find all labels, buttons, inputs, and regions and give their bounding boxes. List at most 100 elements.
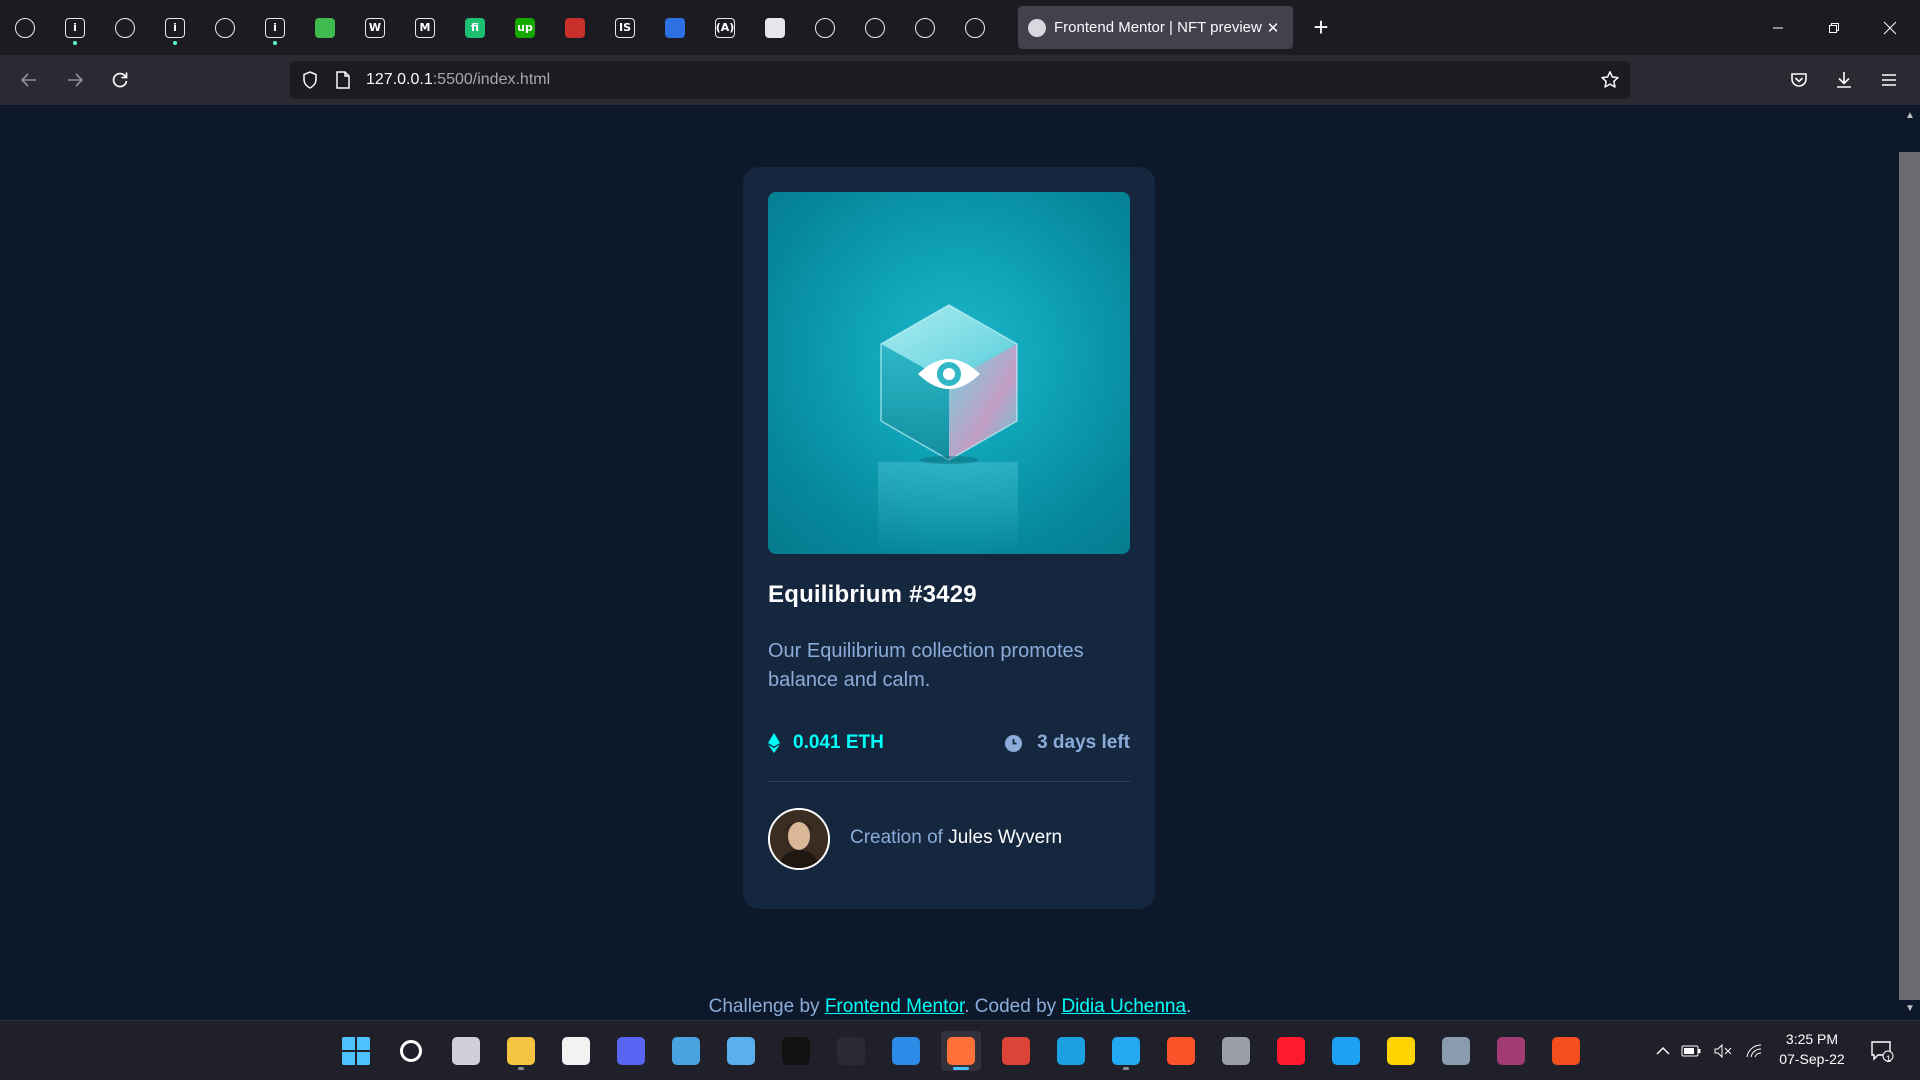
github-icon [15, 17, 35, 38]
attribution: Challenge by Frontend Mentor. Coded by D… [0, 996, 1900, 1018]
page-icon[interactable] [334, 70, 352, 90]
search-icon [400, 1040, 422, 1062]
powershell-taskbar-button[interactable] [831, 1031, 871, 1071]
notifications-button[interactable]: 1 [1864, 1021, 1900, 1080]
pinned-tab-7[interactable]: W [350, 0, 400, 55]
pinned-tab-15[interactable] [750, 0, 800, 55]
creator-name-link[interactable]: Jules Wyvern [948, 827, 1062, 848]
attribution-prefix: Challenge by [708, 996, 820, 1017]
calculator-taskbar-button[interactable] [1216, 1031, 1256, 1071]
pinned-tab-16[interactable] [800, 0, 850, 55]
pinned-tab-6[interactable] [300, 0, 350, 55]
pocket-button[interactable] [1782, 63, 1816, 97]
restore-button[interactable] [1806, 0, 1862, 55]
document-taskbar-button[interactable] [886, 1031, 926, 1071]
pinned-tab-19[interactable] [950, 0, 1000, 55]
pinned-tab-3[interactable]: i [150, 0, 200, 55]
scroll-up-icon[interactable]: ▲ [1904, 110, 1916, 122]
tab-attention-dot [173, 41, 177, 45]
downloads-button[interactable] [1827, 63, 1861, 97]
shield-icon[interactable] [300, 70, 320, 90]
is-icon: IS [615, 17, 635, 38]
new-tab-button[interactable]: + [1306, 12, 1336, 42]
star-icon[interactable] [1600, 70, 1620, 90]
minimize-button[interactable] [1750, 0, 1806, 55]
figma-icon [1552, 1037, 1580, 1065]
tab-active[interactable]: Frontend Mentor | NFT preview ✕ [1018, 6, 1293, 49]
globe-icon [215, 17, 235, 38]
pinned-tab-18[interactable] [900, 0, 950, 55]
design-icon [565, 17, 585, 38]
url-text[interactable]: 127.0.0.1:5500/index.html [366, 71, 550, 89]
back-button[interactable] [12, 63, 46, 97]
edge-taskbar-button[interactable] [1051, 1031, 1091, 1071]
close-window-button[interactable] [1862, 0, 1918, 55]
nft-time-remaining: 3 days left [1005, 732, 1130, 754]
discord-taskbar-button[interactable] [611, 1031, 651, 1071]
scrollbar-thumb[interactable] [1899, 152, 1920, 1000]
pinned-tab-11[interactable] [550, 0, 600, 55]
pinned-tab-8[interactable]: M [400, 0, 450, 55]
figma-taskbar-button[interactable] [1546, 1031, 1586, 1071]
winrar-taskbar-button[interactable] [1491, 1031, 1531, 1071]
tab-title: Frontend Mentor | NFT preview [1054, 19, 1262, 36]
author-link[interactable]: Didia Uchenna [1061, 996, 1186, 1017]
pinned-tab-17[interactable] [850, 0, 900, 55]
brave-taskbar-button[interactable] [1161, 1031, 1201, 1071]
settings-taskbar-button[interactable] [1436, 1031, 1476, 1071]
chrome-taskbar-button[interactable] [996, 1031, 1036, 1071]
task-view-taskbar-button[interactable] [446, 1031, 486, 1071]
globe-icon [865, 17, 885, 38]
info-icon: i [65, 17, 85, 38]
twitter-taskbar-button[interactable] [1326, 1031, 1366, 1071]
microsoft-store-taskbar-button[interactable] [556, 1031, 596, 1071]
pinned-tab-2[interactable] [100, 0, 150, 55]
creator-line: Creation of Jules Wyvern [850, 827, 1062, 849]
file-explorer-icon [507, 1037, 535, 1065]
pinned-tab-10[interactable]: up [500, 0, 550, 55]
pinned-tab-13[interactable] [650, 0, 700, 55]
equilibrium-cube-image [878, 304, 1018, 554]
vscode-taskbar-button[interactable] [1106, 1031, 1146, 1071]
volume-button[interactable] [1710, 1021, 1736, 1080]
nft-title[interactable]: Equilibrium #3429 [768, 581, 977, 609]
address-bar[interactable]: 127.0.0.1:5500/index.html [290, 61, 1630, 99]
pinned-tab-5[interactable]: i [250, 0, 300, 55]
frontend-mentor-link[interactable]: Frontend Mentor [825, 996, 964, 1017]
pinned-tab-9[interactable]: fi [450, 0, 500, 55]
sticky-notes-taskbar-button[interactable] [1381, 1031, 1421, 1071]
clock[interactable]: 3:25 PM 07-Sep-22 [1767, 1029, 1857, 1069]
network-button[interactable] [1742, 1021, 1768, 1080]
tab-close-icon[interactable]: ✕ [1263, 18, 1283, 38]
forward-button[interactable] [58, 63, 92, 97]
menu-button[interactable] [1872, 63, 1906, 97]
notepad-taskbar-button[interactable] [721, 1031, 761, 1071]
opera-taskbar-button[interactable] [1271, 1031, 1311, 1071]
terminal-taskbar-button[interactable] [776, 1031, 816, 1071]
show-hidden-icons-button[interactable] [1650, 1021, 1676, 1080]
scroll-down-icon[interactable]: ▼ [1904, 1003, 1916, 1015]
windows-taskbar: 3:25 PM 07-Sep-22 1 [0, 1020, 1920, 1080]
windows-start-taskbar-button[interactable] [336, 1031, 376, 1071]
pinned-tab-4[interactable] [200, 0, 250, 55]
pinned-tab-12[interactable]: IS [600, 0, 650, 55]
task-view-icon [452, 1037, 480, 1065]
firefox-taskbar-button[interactable] [941, 1031, 981, 1071]
control-panel-taskbar-button[interactable] [666, 1031, 706, 1071]
nft-image[interactable] [768, 192, 1130, 554]
page-icon [765, 17, 785, 38]
battery-button[interactable] [1678, 1021, 1704, 1080]
reload-button[interactable] [103, 63, 137, 97]
download-icon [1837, 72, 1851, 88]
pinned-tab-1[interactable]: i [50, 0, 100, 55]
pinned-tab-14[interactable]: (A) [700, 0, 750, 55]
file-explorer-taskbar-button[interactable] [501, 1031, 541, 1071]
fiverr-icon: fi [465, 17, 485, 38]
document-icon [892, 1037, 920, 1065]
discord-icon [617, 1037, 645, 1065]
notification-count: 1 [1886, 1054, 1892, 1064]
pinned-tab-0[interactable] [0, 0, 50, 55]
url-path: :5500/index.html [432, 71, 551, 88]
codepen-icon [115, 17, 135, 38]
search-taskbar-button[interactable] [391, 1031, 431, 1071]
